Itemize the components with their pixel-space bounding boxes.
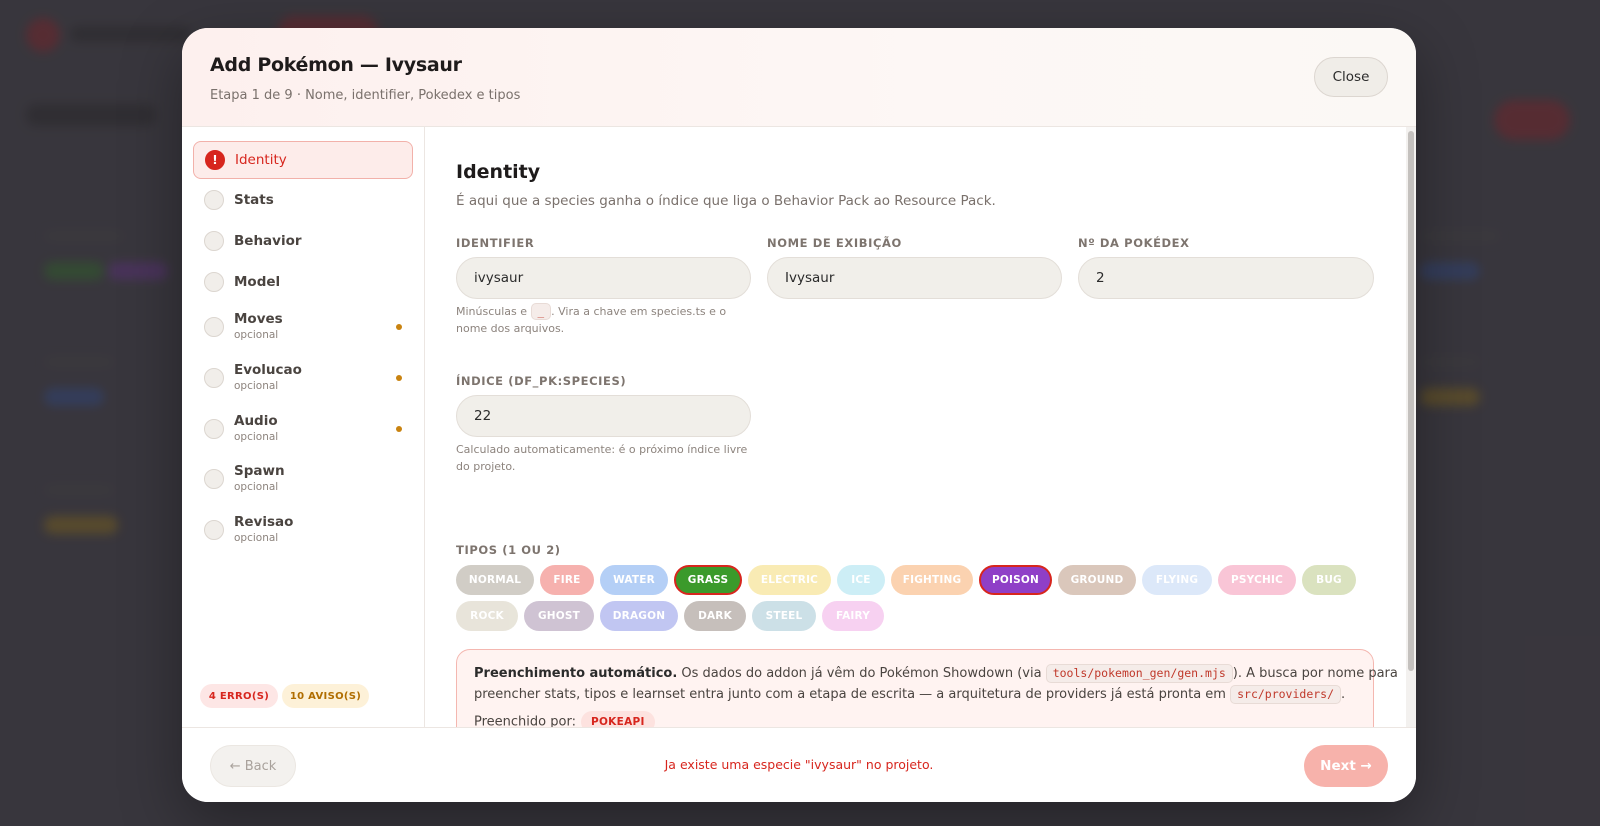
step-status-icon	[204, 520, 224, 540]
modal-subtitle: Etapa 1 de 9 · Nome, identifier, Pokedex…	[210, 88, 521, 103]
autofill-info-box: Preenchimento automático. Os dados do ad…	[456, 649, 1398, 727]
type-normal-chip[interactable]: NORMAL	[456, 565, 534, 595]
scrollbar-thumb[interactable]	[1408, 131, 1414, 671]
pokedex-number-input[interactable]: 2	[1078, 257, 1374, 299]
step-label: Identity	[235, 152, 287, 168]
species-index-input[interactable]: 22	[456, 395, 751, 437]
steps-sidebar: ! Identity Stats Behavior Model Moves op…	[182, 127, 425, 727]
step-label: Stats	[234, 192, 274, 208]
step-label: Model	[234, 274, 281, 290]
modal-footer: ← Back Ja existe uma especie "ivysaur" n…	[182, 727, 1416, 802]
identifier-label: IDENTIFIER	[456, 236, 535, 250]
index-hint: Calculado automaticamente: é o próximo í…	[456, 443, 748, 473]
warnings-badge: 10 AVISO(S)	[282, 684, 369, 708]
next-button[interactable]: Next →	[1304, 745, 1388, 787]
step-optional-label: opcional	[234, 431, 279, 443]
section-title: Identity	[456, 161, 541, 183]
step-behavior[interactable]: Behavior	[193, 222, 413, 260]
type-electric-chip[interactable]: ELECTRIC	[748, 565, 831, 595]
step-audio[interactable]: Audio opcional	[193, 410, 413, 448]
autofill-text: preencher stats, tipos e learnset entra …	[474, 687, 1231, 702]
step-label: Behavior	[234, 233, 302, 249]
validation-message: Ja existe uma especie "ivysaur" no proje…	[664, 757, 934, 772]
type-poison-chip[interactable]: POISON	[979, 565, 1052, 595]
display-name-label: NOME DE EXIBIÇÃO	[767, 236, 902, 250]
type-water-chip[interactable]: WATER	[600, 565, 668, 595]
section-description: É aqui que a species ganha o índice que …	[456, 193, 996, 209]
step-moves[interactable]: Moves opcional	[193, 308, 413, 346]
type-dragon-chip[interactable]: DRAGON	[600, 601, 678, 631]
step-spawn[interactable]: Spawn opcional	[193, 460, 413, 498]
content-scrollbar[interactable]	[1406, 127, 1416, 727]
type-steel-chip[interactable]: STEEL	[752, 601, 816, 631]
step-status-icon	[204, 368, 224, 388]
pokedex-label: Nº DA POKÉDEX	[1078, 236, 1190, 250]
errors-badge: 4 ERRO(S)	[200, 684, 278, 708]
hint-text: Minúsculas e	[456, 305, 531, 318]
identifier-input[interactable]: ivysaur	[456, 257, 751, 299]
type-grass-chip[interactable]: GRASS	[674, 565, 742, 595]
autofill-text: Os dados do addon já vêm do Pokémon Show…	[677, 666, 1046, 681]
step-status-icon	[204, 419, 224, 439]
modal-header: Add Pokémon — Ivysaur Etapa 1 de 9 · Nom…	[182, 28, 1416, 127]
step-optional-label: opcional	[234, 481, 279, 493]
type-ice-chip[interactable]: ICE	[837, 565, 885, 595]
step-label: Moves	[234, 311, 283, 327]
display-name-input[interactable]: Ivysaur	[767, 257, 1062, 299]
step-label: Revisao	[234, 514, 294, 530]
step-model[interactable]: Model	[193, 263, 413, 301]
autofill-line-1: Preenchimento automático. Os dados do ad…	[474, 664, 1398, 683]
type-fighting-chip[interactable]: FIGHTING	[891, 565, 973, 595]
autofill-text: .	[1341, 687, 1346, 702]
step-content: Identity É aqui que a species ganha o ín…	[426, 127, 1416, 727]
step-label: Spawn	[234, 463, 285, 479]
step-label: Audio	[234, 413, 278, 429]
error-icon: !	[205, 150, 225, 170]
step-status-icon	[204, 272, 224, 292]
close-button[interactable]: Close	[1314, 57, 1388, 97]
type-fire-chip[interactable]: FIRE	[540, 565, 594, 595]
type-bug-chip[interactable]: BUG	[1302, 565, 1356, 595]
filled-by-line: Preenchido por: POKEAPI	[474, 711, 655, 727]
autofill-title: Preenchimento automático.	[474, 666, 678, 681]
underscore-code: _	[530, 303, 552, 320]
gen-script-code: tools/pokemon_gen/gen.mjs	[1045, 664, 1233, 683]
type-ground-chip[interactable]: GROUND	[1058, 565, 1136, 595]
step-revisao[interactable]: Revisao opcional	[193, 511, 413, 549]
step-optional-label: opcional	[234, 329, 279, 341]
autofill-text: ). A busca por nome para	[1232, 666, 1398, 681]
type-rock-chip[interactable]: ROCK	[456, 601, 518, 631]
warning-dot-icon	[396, 426, 402, 432]
step-optional-label: opcional	[234, 532, 279, 544]
step-stats[interactable]: Stats	[193, 181, 413, 219]
add-pokemon-modal: Add Pokémon — Ivysaur Etapa 1 de 9 · Nom…	[182, 28, 1416, 802]
autofill-line-2: preencher stats, tipos e learnset entra …	[474, 685, 1345, 704]
step-label: Evolucao	[234, 362, 302, 378]
step-status-icon	[204, 231, 224, 251]
providers-path-code: src/providers/	[1230, 685, 1342, 704]
source-badge: POKEAPI	[580, 711, 655, 727]
filled-by-label: Preenchido por:	[474, 714, 576, 728]
warning-dot-icon	[396, 375, 402, 381]
type-fairy-chip[interactable]: FAIRY	[822, 601, 884, 631]
identifier-hint: Minúsculas e _. Vira a chave em species.…	[456, 303, 751, 337]
warning-dot-icon	[396, 324, 402, 330]
index-label: ÍNDICE (DF_PK:SPECIES)	[456, 374, 627, 388]
step-optional-label: opcional	[234, 380, 279, 392]
type-psychic-chip[interactable]: PSYCHIC	[1218, 565, 1296, 595]
step-evolucao[interactable]: Evolucao opcional	[193, 359, 413, 397]
step-status-icon	[204, 317, 224, 337]
step-identity[interactable]: ! Identity	[193, 141, 413, 179]
step-status-icon	[204, 190, 224, 210]
modal-title: Add Pokémon — Ivysaur	[210, 54, 462, 76]
type-flying-chip[interactable]: FLYING	[1142, 565, 1212, 595]
types-label: TIPOS (1 OU 2)	[456, 543, 561, 557]
step-status-icon	[204, 469, 224, 489]
type-ghost-chip[interactable]: GHOST	[524, 601, 594, 631]
type-dark-chip[interactable]: DARK	[684, 601, 746, 631]
